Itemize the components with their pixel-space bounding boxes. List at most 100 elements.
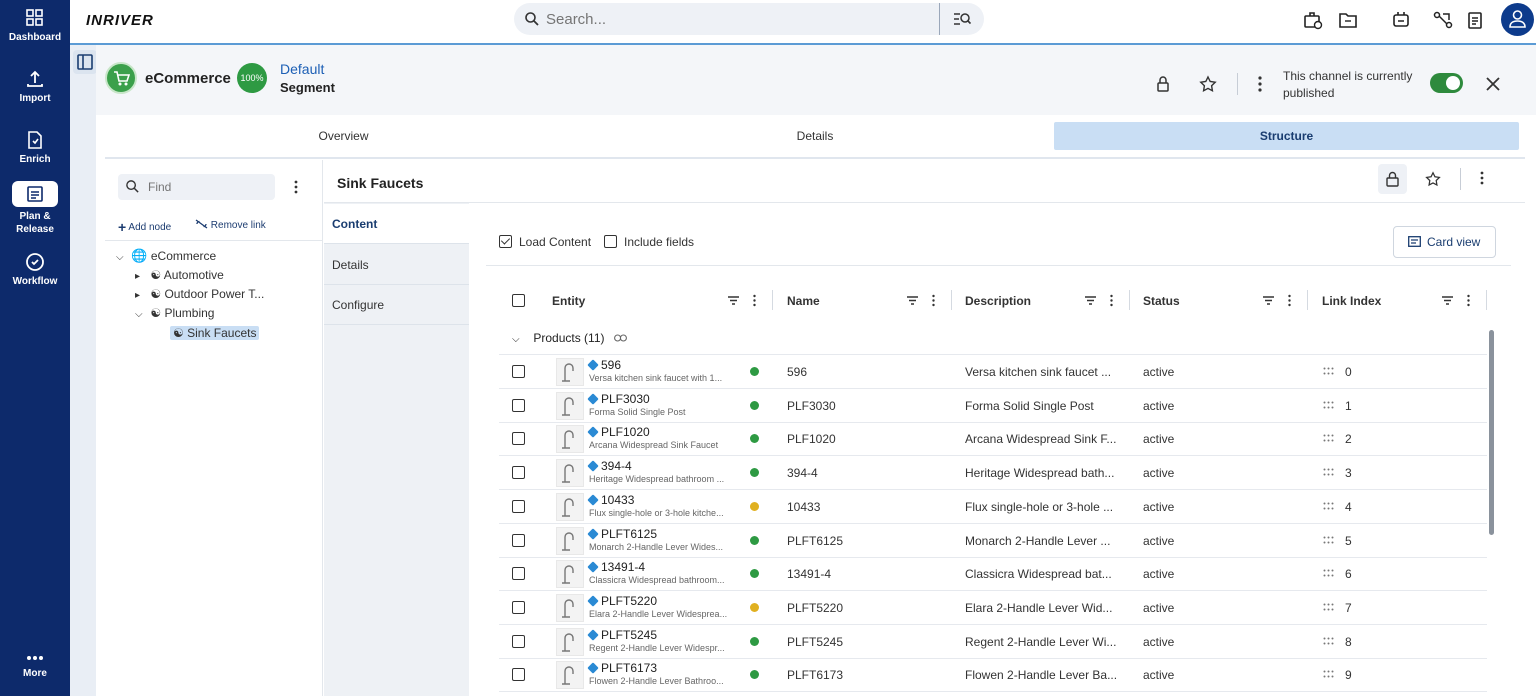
nav-import[interactable]: Import [0,69,70,105]
cell-name: PLFT5245 [787,634,844,649]
row-checkbox[interactable] [512,533,525,547]
close-icon[interactable] [1484,75,1502,93]
channel-name: eCommerce [145,70,231,87]
drag-handle-icon[interactable] [1323,536,1334,544]
drag-handle-icon[interactable] [1323,637,1334,645]
tree-node-sink-faucets[interactable]: ☯ Sink Faucets [170,324,260,342]
subnav-details[interactable]: Details [324,245,469,285]
drag-handle-icon[interactable] [1323,670,1334,678]
tree-find-input[interactable] [148,178,268,196]
tree-node-outdoor-power[interactable]: ▸ ☯ Outdoor Power T... [135,285,264,303]
drag-handle-icon[interactable] [1323,367,1334,375]
panel-toggle-button[interactable] [73,50,97,74]
tab-details[interactable]: Details [577,122,1053,150]
row-checkbox[interactable] [512,466,525,480]
drag-handle-icon[interactable] [1323,468,1334,476]
filter-icon[interactable] [1262,294,1275,307]
connections-icon[interactable] [1433,10,1453,30]
table-row[interactable]: 10433 Flux single-hole or 3-hole kitche..… [499,490,1487,524]
star-icon[interactable] [1425,171,1441,187]
chevron-down-icon[interactable]: ⌵ [116,249,128,267]
table-row[interactable]: PLFT6125 Monarch 2-Handle Lever Wides... P… [499,524,1487,558]
subnav-configure[interactable]: Configure [324,285,469,325]
row-checkbox[interactable] [512,668,525,682]
include-fields-checkbox[interactable] [604,235,617,248]
user-avatar[interactable] [1501,3,1534,36]
chevron-right-icon[interactable]: ▸ [135,268,147,286]
plugin-icon[interactable] [1391,10,1411,30]
row-checkbox[interactable] [512,365,525,378]
clipboard-icon[interactable] [1465,10,1485,30]
tree-kebab-icon[interactable] [290,179,302,195]
filter-icon[interactable] [1441,294,1454,307]
kebab-menu-icon[interactable] [1251,75,1269,93]
drag-handle-icon[interactable] [1323,569,1334,577]
row-checkbox[interactable] [512,600,525,614]
column-header-entity[interactable]: Entity [552,294,585,308]
grid-scrollbar[interactable] [1489,330,1494,535]
nav-enrich[interactable]: Enrich [0,130,70,166]
group-row-products[interactable]: ⌵ Products (11) [512,331,627,345]
column-kebab-icon[interactable] [748,294,761,307]
nav-workflow[interactable]: Workflow [0,252,70,288]
cell-name: 13491-4 [787,567,832,582]
column-kebab-icon[interactable] [1283,294,1296,307]
cell-name: PLF3030 [787,398,836,413]
remove-link-button[interactable]: Remove link [195,219,266,231]
node-kebab-icon[interactable] [1476,170,1488,186]
drag-handle-icon[interactable] [1323,502,1334,510]
chevron-right-icon[interactable]: ▸ [135,287,147,305]
column-header-link-index[interactable]: Link Index [1322,294,1381,308]
lock-icon[interactable] [1154,75,1172,93]
table-row[interactable]: PLFT5220 Elara 2-Handle Lever Widesprea..… [499,591,1487,625]
column-kebab-icon[interactable] [1105,294,1118,307]
table-row[interactable]: PLF1020 Arcana Widespread Sink Faucet PLF1… [499,422,1487,457]
filter-icon[interactable] [906,294,919,307]
card-view-button[interactable]: Card view [1393,226,1496,258]
table-row[interactable]: PLF3030 Forma Solid Single Post PLF3030 For… [499,389,1487,423]
nav-more[interactable]: More [0,652,70,680]
table-row[interactable]: 596 Versa kitchen sink faucet with 1... 59… [499,355,1487,389]
tab-structure[interactable]: Structure [1054,122,1519,150]
nav-dashboard[interactable]: Dashboard [0,8,70,44]
column-header-name[interactable]: Name [787,294,820,308]
star-icon[interactable] [1199,75,1217,93]
column-header-description[interactable]: Description [965,294,1031,308]
filter-icon[interactable] [1084,294,1097,307]
table-row[interactable]: 13491-4 Classicra Widespread bathroom... 1… [499,557,1487,592]
select-all-checkbox[interactable] [512,294,525,307]
tree-node-ecommerce[interactable]: ⌵ 🌐 eCommerce [116,247,216,265]
tree-node-plumbing[interactable]: ⌵ ☯ Plumbing [135,304,214,322]
row-checkbox[interactable] [512,567,525,581]
row-checkbox[interactable] [512,634,525,648]
tree-node-automotive[interactable]: ▸ ☯ Automotive [135,266,224,284]
column-kebab-icon[interactable] [927,294,940,307]
drag-handle-icon[interactable] [1323,401,1334,409]
row-checkbox[interactable] [512,398,525,412]
table-row[interactable]: 394-4 Heritage Widespread bathroom ... 394… [499,456,1487,491]
chevron-down-icon[interactable]: ⌵ [135,306,147,324]
chevron-down-icon[interactable]: ⌵ [512,334,530,345]
subnav-content[interactable]: Content [324,204,469,244]
row-checkbox[interactable] [512,499,525,513]
row-checkbox[interactable] [512,432,525,446]
segment-link[interactable]: Default [280,61,324,77]
column-kebab-icon[interactable] [1462,294,1475,307]
nav-plan-release[interactable]: Plan & Release [0,181,70,236]
publish-toggle[interactable] [1430,73,1463,93]
load-content-checkbox[interactable] [499,235,512,248]
node-lock-button[interactable] [1378,164,1407,194]
advanced-search-icon[interactable] [953,11,971,27]
entity-id: PLFT6125 [587,527,657,541]
drag-handle-icon[interactable] [1323,434,1334,442]
drag-handle-icon[interactable] [1323,603,1334,611]
table-row[interactable]: PLFT5245 Regent 2-Handle Lever Widespr...… [499,625,1487,659]
tab-overview[interactable]: Overview [105,122,582,150]
search-input[interactable] [546,9,926,29]
briefcase-clock-icon[interactable] [1303,10,1323,30]
add-node-button[interactable]: + Add node [118,219,171,235]
table-row[interactable]: PLFT6173 Flowen 2-Handle Lever Bathroo...… [499,658,1487,693]
filter-icon[interactable] [727,294,740,307]
folder-icon[interactable] [1338,10,1358,30]
column-header-status[interactable]: Status [1143,294,1180,308]
